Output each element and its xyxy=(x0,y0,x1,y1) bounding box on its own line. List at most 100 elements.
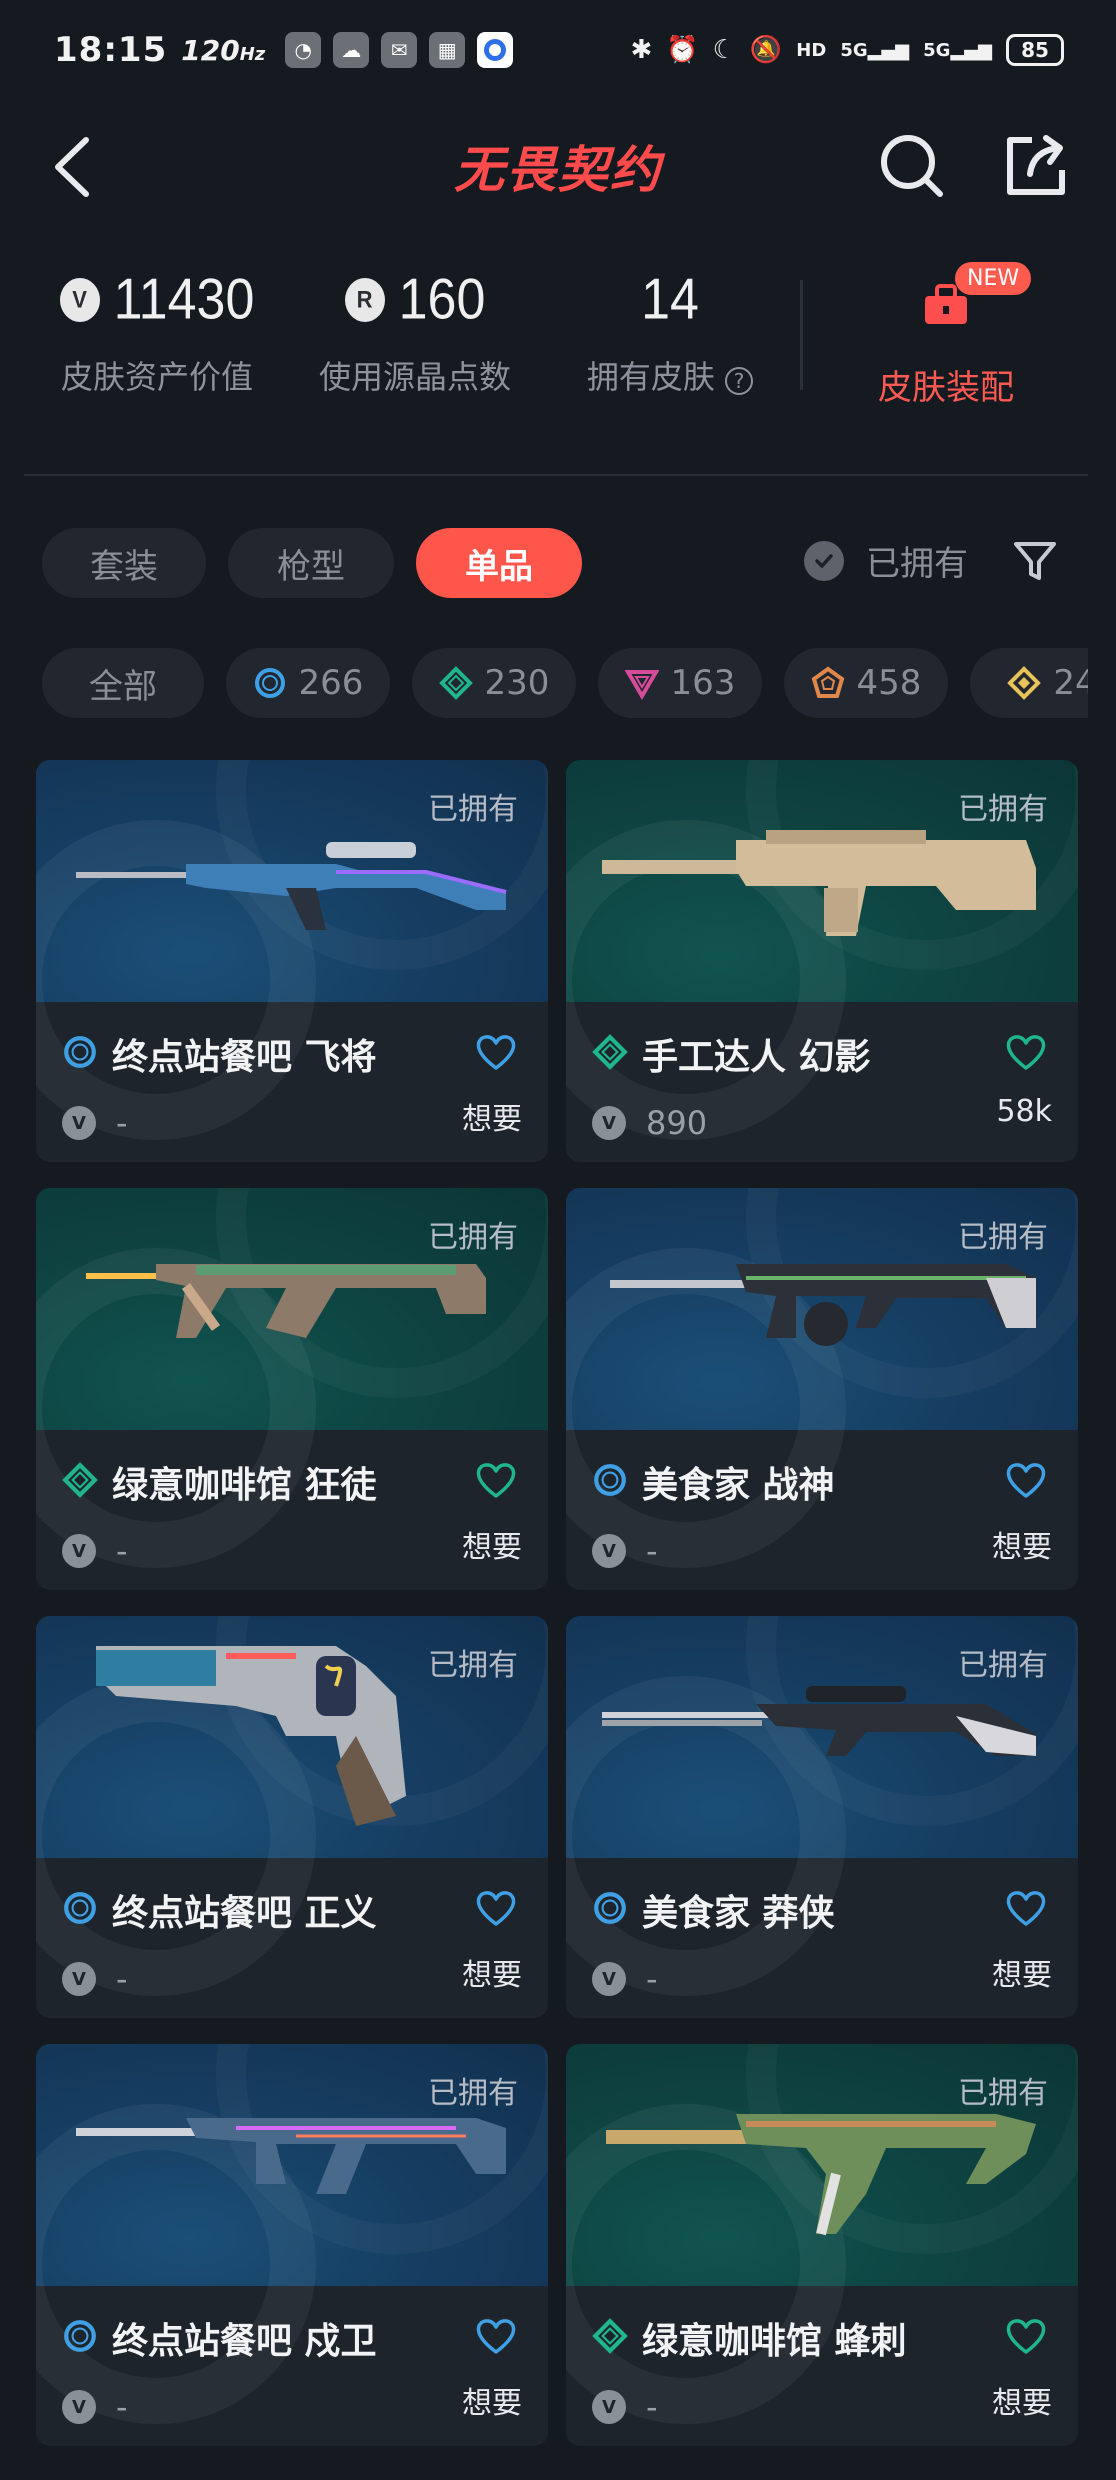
owned-label: 拥有皮肤 xyxy=(586,358,715,396)
vp-coin-icon: V xyxy=(59,278,100,322)
tab-single-item[interactable]: 单品 xyxy=(416,528,582,598)
skin-name: 手工达人 幻影 xyxy=(642,1037,871,1078)
premium-tier-icon xyxy=(624,670,659,700)
want-button[interactable]: 想要 xyxy=(462,1950,522,1994)
skin-image: 已拥有 xyxy=(36,2044,548,2424)
app-icon: ▦ xyxy=(429,32,466,68)
skin-card[interactable]: 已拥有 终点站餐吧 正义 V - 想要 xyxy=(36,1616,548,2018)
rarity-filter-bar: 全部 266 230 163 458 24 xyxy=(42,648,1088,718)
owned-tag: 已拥有 xyxy=(958,2076,1048,2111)
points-used-stat: R 160 使用源晶点数 xyxy=(312,268,518,398)
hd-icon: HD xyxy=(796,39,827,61)
tab-weapon-type[interactable]: 枪型 xyxy=(228,528,394,598)
rarity-chip-exclusive[interactable]: 458 xyxy=(784,648,948,718)
rarity-chip-deluxe[interactable]: 230 xyxy=(412,648,576,718)
want-button[interactable]: 58k xyxy=(996,1094,1052,1129)
vp-coin-icon: V xyxy=(592,1962,626,1996)
owned-count: 14 xyxy=(641,268,699,332)
heart-icon[interactable] xyxy=(474,1460,518,1500)
skin-price: - xyxy=(116,1960,128,1998)
select-tier-icon xyxy=(254,668,285,698)
owned-tag: 已拥有 xyxy=(428,1648,518,1683)
skin-image: 已拥有 xyxy=(566,1188,1078,1568)
asset-value-label: 皮肤资产价值 xyxy=(60,358,253,396)
rarity-chip-ultra[interactable]: 24 xyxy=(970,648,1088,718)
skin-card[interactable]: 已拥有 手工达人 幻影 V 890 58k xyxy=(566,760,1078,1162)
skin-card[interactable]: 已拥有 美食家 战神 V - 想要 xyxy=(566,1188,1078,1590)
select-tier-icon xyxy=(62,1890,98,1930)
deluxe-tier-icon xyxy=(592,2318,628,2358)
page-title: 无畏契约 xyxy=(454,141,662,199)
owned-tag: 已拥有 xyxy=(958,1220,1048,1255)
vp-coin-icon: V xyxy=(62,2390,96,2424)
owned-filter-toggle[interactable]: 已拥有 xyxy=(804,536,968,585)
skin-card[interactable]: 已拥有 终点站餐吧 飞将 V - 想要 xyxy=(36,760,548,1162)
share-icon[interactable] xyxy=(1002,132,1070,200)
owned-skins-stat[interactable]: 14 拥有皮肤 ? xyxy=(580,268,760,398)
filter-icon[interactable] xyxy=(1012,538,1058,584)
exclusive-tier-icon xyxy=(811,666,844,698)
skin-card[interactable]: 已拥有 美食家 莽侠 V - 想要 xyxy=(566,1616,1078,2018)
skin-name: 美食家 战神 xyxy=(642,1465,835,1506)
deluxe-tier-icon xyxy=(62,1462,98,1502)
want-button[interactable]: 想要 xyxy=(462,1094,522,1138)
heart-icon[interactable] xyxy=(474,1032,518,1072)
radianite-coin-icon: R xyxy=(344,278,385,322)
skin-image: 已拥有 xyxy=(566,760,1078,1140)
skin-image: 已拥有 xyxy=(36,1188,548,1568)
asset-value: 11430 xyxy=(113,268,255,332)
skin-price: - xyxy=(116,1104,128,1142)
vp-coin-icon: V xyxy=(62,1534,96,1568)
rarity-chip-premium[interactable]: 163 xyxy=(598,648,762,718)
search-icon[interactable] xyxy=(878,132,946,200)
owned-tag: 已拥有 xyxy=(428,2076,518,2111)
bluetooth-icon: ✱ xyxy=(630,35,653,65)
circle-app-icon xyxy=(477,32,514,68)
select-tier-icon xyxy=(592,1462,628,1502)
heart-icon[interactable] xyxy=(1004,2316,1048,2356)
moon-icon: ☾ xyxy=(712,35,736,65)
app-header: 无畏契约 xyxy=(0,120,1116,210)
skin-price: - xyxy=(116,2388,128,2426)
want-button[interactable]: 想要 xyxy=(462,1522,522,1566)
select-tier-icon xyxy=(62,1034,98,1074)
status-bar: 18:15 120Hz ◔ ☁ ✉ ▦ ✱ ⏰ ☾ 🔕 HD 5G▂▄▆ 5G▂… xyxy=(0,0,1116,100)
deluxe-tier-icon xyxy=(438,666,473,700)
asset-value-stat: V 11430 皮肤资产价值 xyxy=(54,268,260,398)
heart-icon[interactable] xyxy=(474,1888,518,1928)
owned-tag: 已拥有 xyxy=(958,1648,1048,1683)
vp-coin-icon: V xyxy=(592,1106,626,1140)
skin-image: 已拥有 xyxy=(566,2044,1078,2424)
owned-filter-label: 已拥有 xyxy=(866,544,968,584)
heart-icon[interactable] xyxy=(1004,1888,1048,1928)
skin-price: 890 xyxy=(646,1104,708,1142)
skin-card[interactable]: 已拥有 绿意咖啡馆 蜂刺 V - 想要 xyxy=(566,2044,1078,2446)
rarity-chip-all[interactable]: 全部 xyxy=(42,648,204,718)
refresh-rate: 120Hz xyxy=(181,33,266,67)
owned-tag: 已拥有 xyxy=(428,1220,518,1255)
vp-coin-icon: V xyxy=(592,2390,626,2424)
rarity-chip-select[interactable]: 266 xyxy=(226,648,390,718)
rarity-chip-count: 163 xyxy=(670,663,736,703)
battery-icon: 85 xyxy=(1006,34,1064,66)
vp-coin-icon: V xyxy=(62,1962,96,1996)
skin-price: - xyxy=(646,1532,658,1570)
skin-card[interactable]: 已拥有 绿意咖啡馆 狂徒 V - 想要 xyxy=(36,1188,548,1590)
want-button[interactable]: 想要 xyxy=(462,2378,522,2422)
want-button[interactable]: 想要 xyxy=(992,1950,1052,1994)
skin-card[interactable]: 已拥有 终点站餐吧 戍卫 V - 想要 xyxy=(36,2044,548,2446)
want-button[interactable]: 想要 xyxy=(992,2378,1052,2422)
rarity-chip-count: 24 xyxy=(1053,663,1088,703)
tab-set[interactable]: 套装 xyxy=(42,528,206,598)
new-badge: NEW xyxy=(955,262,1032,295)
heart-icon[interactable] xyxy=(1004,1032,1048,1072)
want-button[interactable]: 想要 xyxy=(992,1522,1052,1566)
heart-icon[interactable] xyxy=(1004,1460,1048,1500)
skin-price: - xyxy=(646,2388,658,2426)
section-divider xyxy=(24,474,1088,476)
deluxe-tier-icon xyxy=(592,1034,628,1074)
skin-name: 绿意咖啡馆 狂徒 xyxy=(112,1465,377,1506)
ultra-tier-icon xyxy=(1007,666,1042,700)
help-icon[interactable]: ? xyxy=(725,367,754,395)
heart-icon[interactable] xyxy=(474,2316,518,2356)
